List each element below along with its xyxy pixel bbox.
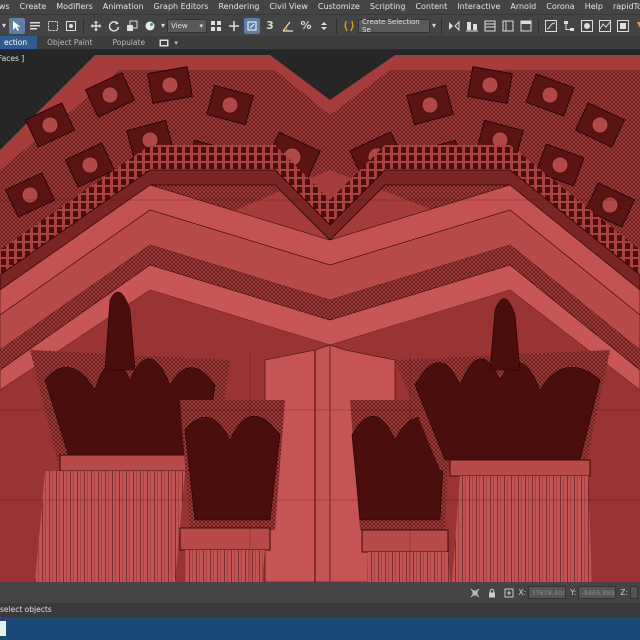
menu-scripting[interactable]: Scripting [370,0,416,14]
toolbar-divider [83,17,84,34]
x-coord-field[interactable]: 37678,40m [528,586,567,599]
y-coord-label: Y: [570,588,577,597]
taskbar-app-button[interactable] [0,621,6,636]
ribbon-tab-object-paint[interactable]: Object Paint [37,36,102,49]
menu-corona[interactable]: Corona [546,0,584,14]
menu-interactive[interactable]: Interactive [457,0,510,14]
ribbon-tab-populate[interactable]: Populate [102,36,155,49]
selection-filter-dropdown-arrow-icon[interactable]: ▾ [1,18,7,34]
x-coord-label: X: [518,588,527,597]
select-by-name-icon[interactable] [27,18,43,34]
named-selection-set-value: Create Selection Se [362,17,420,34]
isolate-selection-icon[interactable] [468,586,482,600]
viewport-scene [0,50,640,582]
percent-snap-icon[interactable]: % [298,18,314,34]
spinner-snap-icon[interactable] [316,18,332,34]
select-manipulate-icon[interactable] [226,18,242,34]
snaps-toggle-icon[interactable] [244,17,260,34]
align-icon[interactable] [464,18,480,34]
move-icon[interactable] [88,18,104,34]
ribbon-tab-bar: ection Object Paint Populate ▾ [0,36,640,49]
curve-editor-icon[interactable] [543,18,559,34]
menu-help[interactable]: Help [585,0,613,14]
menu-create[interactable]: Create [20,0,57,14]
menu-content[interactable]: Content [415,0,457,14]
y-coord-field[interactable]: -9465,889 [578,586,617,599]
toggle-ribbon-icon[interactable] [518,18,534,34]
window-crossing-icon[interactable] [63,18,79,34]
left-column-shaft [35,471,185,582]
mirror-icon[interactable] [446,18,462,34]
menu-modifiers[interactable]: Modifiers [56,0,103,14]
z-coord-label: Z: [620,588,628,597]
lock-selection-icon[interactable] [485,586,499,600]
status-bar: select objects [0,603,640,617]
toggle-scene-explorer-icon[interactable] [482,18,498,34]
named-selection-set-dropdown[interactable]: Create Selection Se [358,17,430,34]
absolute-offset-mode-icon[interactable] [502,586,516,600]
viewport-perspective[interactable]: Faces ] [0,50,640,582]
coordinate-bar: X: 37678,40m Y: -9465,889 Z: [0,582,640,603]
ribbon-tab-selection[interactable]: ection [0,36,38,49]
menu-civil-view[interactable]: Civil View [269,0,318,14]
menu-rapidtools[interactable]: rapidTools [613,0,640,14]
menu-rendering[interactable]: Rendering [218,0,269,14]
reference-coord-value: View [171,21,188,30]
toolbar-divider [441,17,442,34]
place-icon[interactable] [142,18,158,34]
ribbon-options-chevron-icon[interactable]: ▾ [173,38,179,48]
menu-views[interactable]: ews [0,0,20,14]
rectangular-selection-icon[interactable] [45,18,61,34]
edit-named-selection-icon[interactable] [341,18,357,34]
toggle-layer-explorer-icon[interactable] [500,18,516,34]
menu-animation[interactable]: Animation [103,0,154,14]
render-frame-window-icon[interactable] [615,18,631,34]
ribbon-options-icon[interactable] [155,38,173,48]
angle-snap-icon[interactable] [280,18,296,34]
right-column-shaft [452,476,592,582]
selection-set-arrow-icon[interactable]: ▾ [431,18,437,34]
render-setup-icon[interactable] [597,18,613,34]
toolbar-divider [336,17,337,34]
menu-arnold[interactable]: Arnold [510,0,546,14]
scale-icon[interactable] [124,18,140,34]
chevron-down-icon: ▾ [199,21,203,30]
rotate-icon[interactable] [106,18,122,34]
menu-customize[interactable]: Customize [318,0,370,14]
menu-graph-editors[interactable]: Graph Editors [154,0,219,14]
toolbar-divider [538,17,539,34]
material-editor-icon[interactable] [579,18,595,34]
pivot-center-icon[interactable] [208,18,224,34]
select-object-icon[interactable] [9,17,25,34]
taskbar [0,617,640,640]
reference-coord-dropdown[interactable]: View ▾ [167,18,207,33]
menu-bar: ews Create Modifiers Animation Graph Edi… [0,0,640,14]
z-coord-field[interactable] [630,586,638,599]
angle-snap-toggle-icon[interactable]: 3 [262,18,278,34]
main-toolbar: ▾ ▾ View ▾ 3 % Create Selection Se ▾ [0,14,640,36]
place-dropdown-arrow-icon[interactable]: ▾ [160,18,166,34]
render-production-icon[interactable] [633,18,640,34]
schematic-view-icon[interactable] [561,18,577,34]
status-prompt: select objects [0,605,52,614]
viewport-shading-label[interactable]: Faces ] [0,54,24,63]
